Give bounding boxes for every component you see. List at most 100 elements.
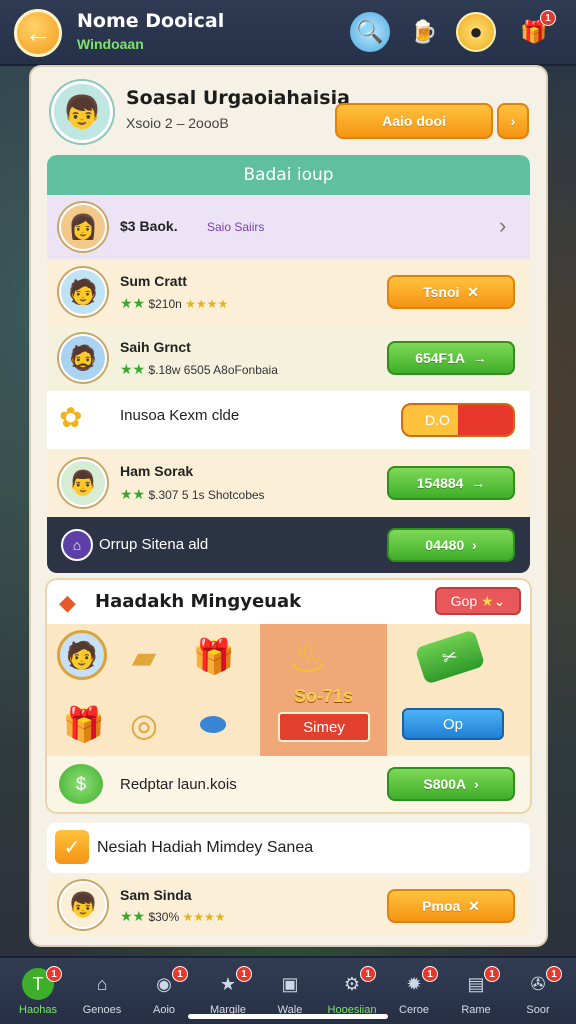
avatar: 🧔 bbox=[59, 334, 107, 382]
row-name: Sam Sinda bbox=[120, 887, 192, 903]
row-button-label: 154884 bbox=[416, 475, 464, 491]
section-header: ✓ Nesiah Hadiah Mimdey Sanea bbox=[47, 823, 530, 873]
chevron-right-icon: › bbox=[510, 113, 516, 129]
deal-ribbon: Simey bbox=[278, 712, 370, 742]
gift-icon[interactable]: 🎁 1 bbox=[514, 10, 556, 52]
main-panel: 👦 Soasal Urgaoiahaisia Xsoio 2 – 2oooB A… bbox=[31, 67, 546, 945]
footer-button-label: S800A bbox=[423, 776, 467, 792]
rewards-footer-button[interactable]: S800A › bbox=[387, 767, 515, 801]
search-icon[interactable]: 🔍 bbox=[350, 12, 390, 52]
notification-badge: 1 bbox=[46, 966, 62, 982]
row-stats: ★★ $.18w 6505 A8oFonbaia bbox=[120, 361, 278, 378]
list-item[interactable]: 🧔 Saih Grnct ★★ $.18w 6505 A8oFonbaia 65… bbox=[47, 325, 530, 391]
page-title: Nome Dooical bbox=[77, 10, 225, 32]
toggle-switch[interactable]: D.O bbox=[401, 403, 515, 437]
tab-aoio[interactable]: ◉ 1 Aoio bbox=[132, 964, 196, 1022]
tab-label: Ceroe bbox=[399, 1004, 429, 1016]
list-item[interactable]: 👨 Ham Sorak ★★ $.307 5 1s Shotcobes 1548… bbox=[47, 449, 530, 517]
row-action-button[interactable]: 154884 → bbox=[387, 466, 515, 500]
gift-box-icon: ◆ bbox=[59, 590, 76, 615]
tab-label: Haohas bbox=[19, 1004, 57, 1016]
row-button-label: Tsnoi bbox=[423, 284, 460, 300]
back-button[interactable]: ← bbox=[14, 9, 62, 57]
tab-haohas[interactable]: T 1 Haohas bbox=[6, 964, 70, 1022]
back-arrow-icon: ← bbox=[25, 17, 51, 48]
list-item[interactable]: 👩 $3 Baok. Saio Saiirs › bbox=[47, 195, 530, 259]
toggle-label: D.O bbox=[425, 412, 450, 428]
row-stats-text: $.18w 6505 A8oFonbaia bbox=[148, 363, 278, 377]
row-stats: ★★ $.307 5 1s Shotcobes bbox=[120, 486, 265, 503]
profile-next-button[interactable]: › bbox=[497, 103, 529, 139]
row-button-label: 654F1A bbox=[415, 350, 466, 366]
filter-label: Gop bbox=[450, 593, 478, 609]
chevron-right-icon[interactable]: › bbox=[499, 213, 506, 239]
row-name: Saih Grnct bbox=[120, 339, 191, 355]
row-stats-text: $210n bbox=[148, 297, 182, 311]
top-bar: ← Nome Dooical Windoaan 🔍 🍺 ● 🎁 1 bbox=[0, 0, 576, 66]
list-item[interactable]: ✿ Inusoa Kexm clde D.O bbox=[47, 391, 530, 449]
group-header: Badai ioup bbox=[47, 155, 530, 195]
gold-bar-icon[interactable]: ▰ bbox=[119, 632, 169, 682]
row-stats-text: $.307 5 1s Shotcobes bbox=[148, 488, 265, 502]
genie-lamp-icon: ♨ bbox=[288, 633, 328, 682]
coin-bag-icon: $ bbox=[59, 764, 103, 804]
beer-mug-icon[interactable]: 🍺 bbox=[404, 12, 444, 52]
deal-price: So-71s bbox=[293, 686, 354, 706]
rewards-section: ◆ Haadakh Mingyeuak Gop ★ ⌄ 🧑 ▰ 🎁 🎁 ◎ ⬬ ♨… bbox=[47, 580, 530, 812]
group-icon: ⌂ bbox=[61, 529, 93, 561]
notification-badge: 1 bbox=[484, 966, 500, 982]
rewards-footer-label: Redptar laun.kois bbox=[120, 776, 237, 793]
box-icon: ▣ bbox=[281, 973, 299, 994]
rewards-filter-button[interactable]: Gop ★ ⌄ bbox=[435, 587, 521, 615]
avatar[interactable]: 🧑 bbox=[57, 630, 107, 680]
row-action-button[interactable]: 654F1A → bbox=[387, 341, 515, 375]
notification-badge: 1 bbox=[540, 10, 556, 26]
row-action-button[interactable]: Pmoa ✕ bbox=[387, 889, 515, 923]
star-icon: ★★ bbox=[120, 908, 146, 924]
row-action-button[interactable]: 04480 › bbox=[387, 528, 515, 562]
checkbox-icon[interactable]: ✓ bbox=[55, 830, 89, 864]
star-icon: ★★ bbox=[120, 361, 146, 377]
blue-token-icon[interactable]: ⬬ bbox=[181, 700, 245, 750]
tab-label: Genoes bbox=[82, 1004, 122, 1016]
tab-soor[interactable]: ✇ 1 Soor bbox=[506, 964, 570, 1022]
list-item[interactable]: 🧑 Sum Cratt ★★ $210n ★★★★ Tsnoi ✕ bbox=[47, 259, 530, 325]
avatar: 👦 bbox=[59, 881, 107, 929]
star-icon: ★★ bbox=[120, 295, 146, 311]
coin-stack-icon[interactable]: ◎ bbox=[119, 700, 169, 750]
tab-ceroe[interactable]: ✹ 1 Ceroe bbox=[382, 964, 446, 1022]
list-item[interactable]: 👦 Sam Sinda ★★ $30% ★★★★ Pmoa ✕ bbox=[47, 877, 530, 935]
home-icon: ⌂ bbox=[96, 973, 108, 994]
coin-icon[interactable]: ● bbox=[456, 12, 496, 52]
row-name: Inusoa Kexm clde bbox=[120, 407, 240, 424]
profile-name: Soasal Urgaoiahaisia bbox=[126, 87, 350, 109]
profile-subtext: Xsoio 2 – 2oooB bbox=[126, 115, 229, 131]
notification-badge: 1 bbox=[360, 966, 376, 982]
tab-rame[interactable]: ▤ 1 Rame bbox=[444, 964, 508, 1022]
row-name: $3 Baok. bbox=[120, 218, 178, 234]
list-item[interactable]: ⌂ Orrup Sitena ald 04480 › bbox=[47, 517, 530, 573]
row-action-button[interactable]: Tsnoi ✕ bbox=[387, 275, 515, 309]
notification-badge: 1 bbox=[422, 966, 438, 982]
home-indicator bbox=[188, 1014, 388, 1019]
treasure-chest-icon[interactable]: 🎁 bbox=[187, 632, 241, 682]
rewards-title: Haadakh Mingyeuak bbox=[95, 591, 302, 612]
notification-badge: 1 bbox=[172, 966, 188, 982]
group-list: Badai ioup 👩 $3 Baok. Saio Saiirs › 🧑 Su… bbox=[47, 155, 530, 573]
tab-label: Rame bbox=[461, 1004, 491, 1016]
row-stats: ★★ $210n ★★★★ bbox=[120, 295, 229, 311]
star-icon: ★★ bbox=[120, 486, 146, 502]
row-stats: ★★ $30% ★★★★ bbox=[120, 908, 226, 924]
notification-badge: 1 bbox=[546, 966, 562, 982]
pretzel-icon: ✿ bbox=[59, 402, 83, 433]
ticket-open-button[interactable]: Op bbox=[402, 708, 504, 740]
tab-label: Aoio bbox=[152, 1004, 176, 1016]
profile-action-button[interactable]: Aaio dooi bbox=[335, 103, 493, 139]
page-subtitle: Windoaan bbox=[77, 36, 144, 52]
section-title: Nesiah Hadiah Mimdey Sanea bbox=[97, 839, 314, 856]
gift-icon[interactable]: 🎁 bbox=[57, 698, 111, 752]
featured-deal[interactable]: ♨ So-71s Simey bbox=[260, 624, 387, 756]
profile-avatar[interactable]: 👦 bbox=[51, 81, 113, 143]
ticket-icon[interactable]: ✂ bbox=[414, 629, 486, 685]
tab-genoes[interactable]: ⌂ Genoes bbox=[70, 964, 134, 1022]
